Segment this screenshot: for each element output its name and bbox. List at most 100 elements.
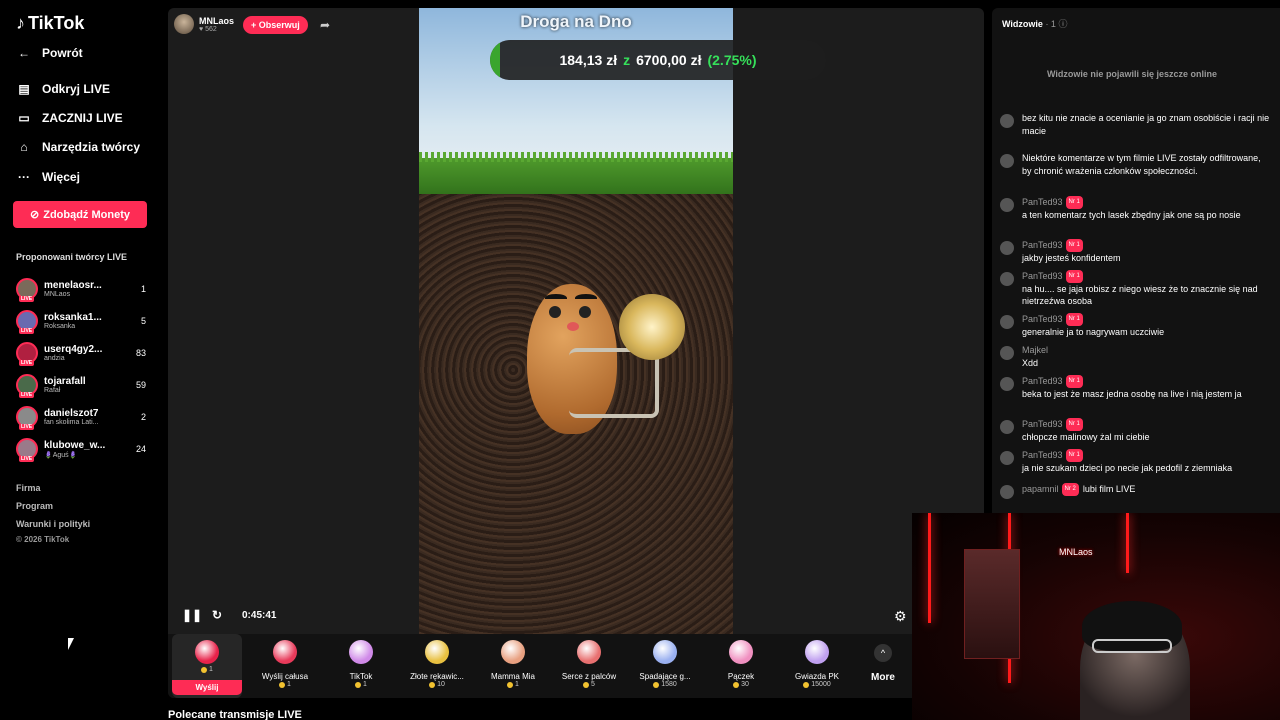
- chat-username-text[interactable]: PanTed93: [1022, 419, 1063, 429]
- avatar[interactable]: [1000, 485, 1014, 499]
- tiktok-note-icon: ♪: [16, 13, 25, 33]
- gift-item[interactable]: Spadające g... 1580: [630, 634, 700, 698]
- chat-username[interactable]: PanTed93 Nr 1: [1022, 375, 1242, 388]
- creator-item[interactable]: danielszot7fan skolima Lati... 2: [16, 404, 146, 430]
- rank-badge: Nr 1: [1065, 196, 1083, 209]
- avatar[interactable]: [1000, 198, 1014, 212]
- gift-item[interactable]: Mamma Mia 1: [478, 634, 548, 698]
- chat-username-text[interactable]: Majkel: [1022, 345, 1048, 355]
- avatar[interactable]: [1000, 420, 1014, 434]
- creator-item[interactable]: tojarafallRafał 59: [16, 372, 146, 398]
- creator-item[interactable]: roksanka1...Roksanka 5: [16, 308, 146, 334]
- gift-item[interactable]: Serce z palców 5: [554, 634, 624, 698]
- gift-price: 15000: [803, 681, 830, 688]
- avatar[interactable]: [1000, 346, 1014, 360]
- live-video[interactable]: Droga na Dno: [419, 8, 733, 634]
- avatar: [174, 14, 194, 34]
- mamma-mia-icon: [501, 640, 525, 664]
- chat-message: Majkel Xdd: [1000, 344, 1270, 369]
- avatar[interactable]: [1000, 272, 1014, 286]
- tiktok-icon: [349, 640, 373, 664]
- chat-username-text[interactable]: PanTed93: [1022, 197, 1063, 207]
- gift-item[interactable]: Złote rękawic... 10: [402, 634, 472, 698]
- wall-poster: [964, 549, 1020, 659]
- get-coins-button[interactable]: ⊘ Zdobądź Monety: [13, 201, 147, 228]
- goal-separator: z: [623, 52, 631, 68]
- avatar: [16, 438, 38, 462]
- nose: [567, 322, 579, 331]
- avatar[interactable]: [1000, 377, 1014, 391]
- gift-item[interactable]: Wyślij całusa 1: [250, 634, 320, 698]
- creator-item[interactable]: userq4gy2...andzia 83: [16, 340, 146, 366]
- gift-name: Wyślij całusa: [261, 672, 309, 681]
- avatar[interactable]: [1000, 114, 1014, 128]
- creator-item[interactable]: klubowe_w...🪻Aguś🪻 24: [16, 436, 146, 462]
- live-player: Droga na Dno MNLaos ♥ 562 + Obserwuj ➦ 1…: [168, 8, 984, 698]
- neon-light: [1126, 513, 1129, 573]
- chat-username[interactable]: PanTed93 Nr 1: [1022, 196, 1241, 209]
- nav-creator-tools[interactable]: ⌂ Narzędzia twórcy: [16, 139, 140, 155]
- avatar: [16, 374, 38, 398]
- chat-username-text[interactable]: PanTed93: [1022, 376, 1063, 386]
- nav-more[interactable]: ··· Więcej: [16, 169, 80, 185]
- chat-username[interactable]: PanTed93 Nr 1: [1022, 313, 1164, 326]
- pause-icon[interactable]: ❚❚: [182, 608, 202, 622]
- avatar[interactable]: [1000, 315, 1014, 329]
- gift-item[interactable]: Gwiazda PK 15000: [782, 634, 852, 698]
- streamer-info[interactable]: MNLaos ♥ 562: [174, 14, 234, 34]
- chat-username[interactable]: PanTed93 Nr 1: [1022, 239, 1121, 252]
- tiktok-logo[interactable]: ♪ TikTok: [16, 13, 84, 34]
- settings-gear-icon[interactable]: ⚙: [894, 608, 907, 625]
- creator-name: tojarafall: [44, 376, 86, 387]
- gift-name: Mamma Mia: [490, 672, 535, 681]
- gift-item[interactable]: Pączek 30: [706, 634, 776, 698]
- gift-price: 5: [583, 681, 595, 688]
- link-program[interactable]: Program: [16, 501, 53, 511]
- chat-username-text[interactable]: PanTed93: [1022, 271, 1063, 281]
- avatar[interactable]: [1000, 154, 1014, 168]
- chat-username[interactable]: PanTed93 Nr 1: [1022, 449, 1232, 462]
- link-company[interactable]: Firma: [16, 483, 41, 493]
- chat-text: generalnie ja to nagrywam uczciwie: [1022, 326, 1165, 337]
- rank-badge: Nr 1: [1065, 313, 1083, 326]
- back-button[interactable]: ← Powrót: [16, 45, 83, 61]
- chat-username-text[interactable]: PanTed93: [1022, 450, 1063, 460]
- chat-username-text[interactable]: PanTed93: [1022, 240, 1063, 250]
- viewer-count: 1: [140, 284, 146, 294]
- chat-username[interactable]: PanTed93 Nr 1: [1022, 418, 1150, 431]
- avatar[interactable]: [1000, 241, 1014, 255]
- falling-stars-icon: [653, 640, 677, 664]
- coin-icon: ⊘: [30, 209, 40, 221]
- goal-percent: (2.75%): [707, 52, 757, 68]
- follow-button[interactable]: + Obserwuj: [243, 16, 308, 34]
- nav-start-live[interactable]: ▭ ZACZNIJ LIVE: [16, 110, 122, 126]
- viewer-count: 24: [135, 444, 146, 454]
- info-icon[interactable]: ⓘ: [1058, 19, 1067, 29]
- refresh-icon[interactable]: ↻: [212, 608, 222, 622]
- nav-discover-live[interactable]: ▤ Odkryj LIVE: [16, 81, 110, 97]
- more-gifts-button[interactable]: ^ More: [868, 638, 898, 694]
- trombone-bell: [619, 294, 685, 360]
- gift-item[interactable]: TikTok 1: [326, 634, 396, 698]
- creator-item[interactable]: menelaosr...MNLaos 1: [16, 276, 146, 302]
- creator-name: klubowe_w...: [44, 439, 106, 451]
- avatar[interactable]: [1000, 451, 1014, 465]
- chat-username[interactable]: papamnil Nr 2 lubi film LIVE: [1022, 483, 1135, 496]
- chat-text: Xdd: [1022, 357, 1039, 368]
- chat-username-text[interactable]: PanTed93: [1022, 314, 1063, 324]
- chat-username[interactable]: Majkel: [1022, 344, 1048, 357]
- webcam-overlay: MNLaos: [912, 513, 1280, 720]
- rank-badge: Nr 1: [1065, 239, 1083, 252]
- video-camera-icon: ▭: [18, 111, 30, 125]
- ellipsis-icon: ···: [18, 170, 30, 184]
- creator-nickname: MNLaos: [44, 291, 71, 298]
- share-icon[interactable]: ➦: [320, 18, 330, 32]
- rank-badge: Nr 1: [1065, 270, 1083, 283]
- creator-nickname: Rafał: [44, 387, 61, 394]
- link-terms[interactable]: Warunki i polityki: [16, 519, 90, 529]
- pk-star-icon: [805, 640, 829, 664]
- send-gift-button[interactable]: Wyślij: [172, 680, 242, 695]
- chat-username[interactable]: PanTed93 Nr 1: [1022, 270, 1270, 283]
- rank-badge: Nr 1: [1065, 418, 1083, 431]
- chat-username-text[interactable]: papamnil: [1022, 484, 1059, 494]
